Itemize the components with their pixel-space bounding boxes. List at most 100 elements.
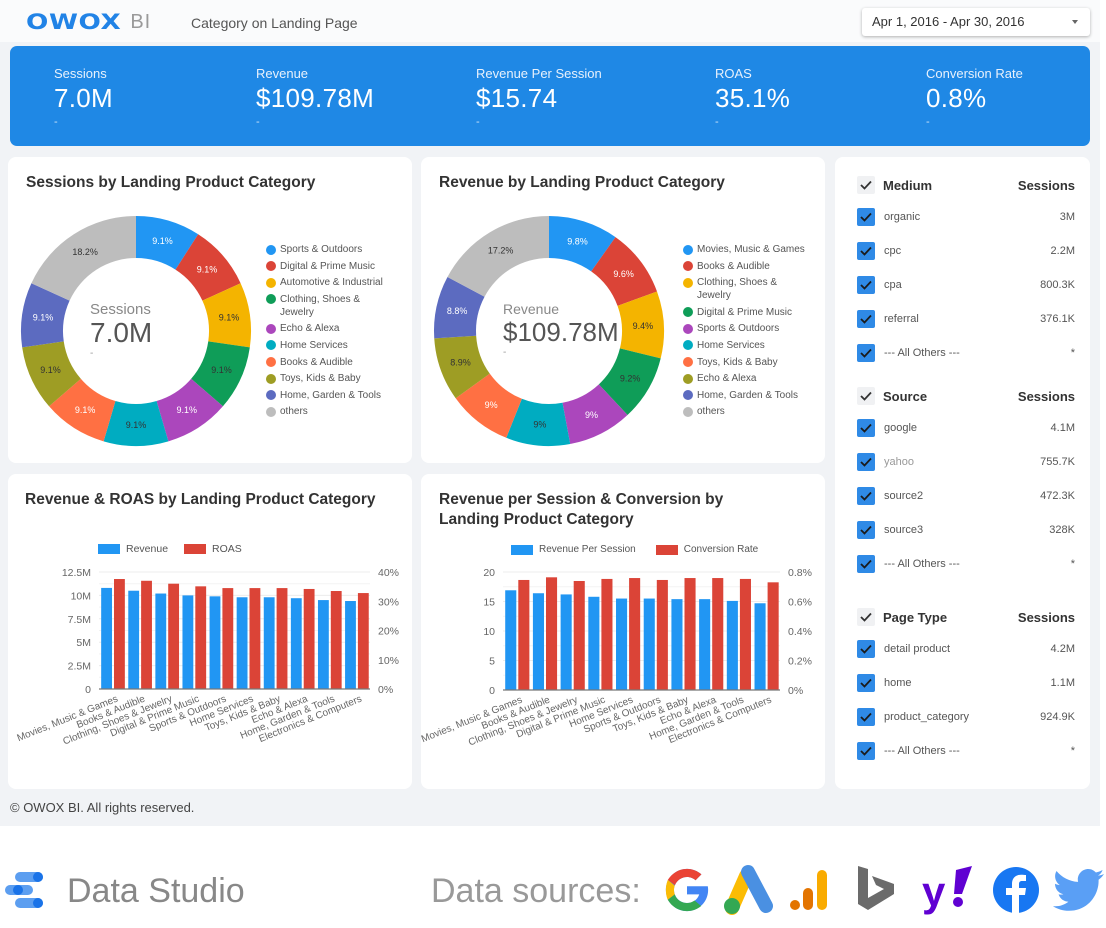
bar-conversion-rate-echo-alexa[interactable] xyxy=(712,578,724,690)
filter-option-cpc[interactable]: cpc 2.2M xyxy=(857,241,1075,261)
legend-label: Toys, Kids & Baby xyxy=(697,356,778,368)
checkbox-checked[interactable] xyxy=(857,344,875,362)
checkbox-checked[interactable] xyxy=(857,674,875,692)
filter-option-label: --- All Others --- xyxy=(884,745,960,757)
bar-revenue-electronics-computers[interactable] xyxy=(345,601,356,689)
checkbox-checked[interactable] xyxy=(857,453,875,471)
filter-option-home[interactable]: home 1.1M xyxy=(857,673,1075,693)
legend-label: others xyxy=(697,406,725,418)
bar-revenue-sports-outdoors[interactable] xyxy=(209,596,221,689)
bar-roas-toys-kids-baby[interactable] xyxy=(276,588,288,689)
legend-item-toys-kids-baby[interactable]: Toys, Kids & Baby xyxy=(683,356,813,369)
legend-item-echo-alexa[interactable]: Echo & Alexa xyxy=(683,372,813,385)
checkbox-checked[interactable] xyxy=(857,555,875,573)
checkbox-checked[interactable] xyxy=(857,487,875,505)
checkbox-checked[interactable] xyxy=(857,242,875,260)
select-all-checkbox[interactable] xyxy=(857,608,875,626)
legend-item-books-audible[interactable]: Books & Audible xyxy=(266,356,396,369)
bar-conversion-rate-clothing-shoes-jewelry[interactable] xyxy=(573,580,585,690)
bar-revenue-books-audible[interactable] xyxy=(128,590,140,689)
bar-roas-digital-prime-music[interactable] xyxy=(195,586,207,689)
filter-option-organic[interactable]: organic 3M xyxy=(857,207,1075,227)
donut-center-value: 7.0M xyxy=(90,317,153,348)
date-range-picker[interactable]: Apr 1, 2016 - Apr 30, 2016 xyxy=(862,8,1090,36)
bar-revenue-per-session-clothing-shoes-jewelry[interactable] xyxy=(560,594,572,690)
bar-roas-movies-music-games[interactable] xyxy=(114,579,125,689)
checkbox-checked[interactable] xyxy=(857,521,875,539)
legend-item-others[interactable]: others xyxy=(266,405,396,418)
filter-option-product-category[interactable]: product_category 924.9K xyxy=(857,707,1075,727)
bar-revenue-per-session-echo-alexa[interactable] xyxy=(699,599,711,690)
filter-option-all-others[interactable]: --- All Others --- * xyxy=(857,343,1075,363)
bar-conversion-rate-home-garden-tools[interactable] xyxy=(739,578,751,690)
filter-option-yahoo[interactable]: yahoo 755.7K xyxy=(857,452,1075,472)
checkbox-checked[interactable] xyxy=(857,742,875,760)
bar-conversion-rate-digital-prime-music[interactable] xyxy=(601,578,613,690)
bar-revenue-per-session-digital-prime-music[interactable] xyxy=(588,596,600,690)
legend-item-sports-outdoors[interactable]: Sports & Outdoors xyxy=(683,322,813,335)
checkbox-checked[interactable] xyxy=(857,276,875,294)
legend-item-digital-prime-music[interactable]: Digital & Prime Music xyxy=(266,260,396,273)
bar-revenue-per-session-toys-kids-baby[interactable] xyxy=(671,599,683,690)
donut-slice-others[interactable] xyxy=(447,216,549,297)
legend-item-movies-music-games[interactable]: Movies, Music & Games xyxy=(683,243,813,256)
filter-option-referral[interactable]: referral 376.1K xyxy=(857,309,1075,329)
checkbox-checked[interactable] xyxy=(857,708,875,726)
legend-item-home-services[interactable]: Home Services xyxy=(683,339,813,352)
bar-roas-home-services[interactable] xyxy=(249,588,261,689)
bar-revenue-home-services[interactable] xyxy=(236,597,248,689)
bar-revenue-home-garden-tools[interactable] xyxy=(317,600,329,689)
legend-item-home-garden-tools[interactable]: Home, Garden & Tools xyxy=(683,389,813,402)
bar-conversion-rate-home-services[interactable] xyxy=(629,578,641,690)
filter-option-cpa[interactable]: cpa 800.3K xyxy=(857,275,1075,295)
legend-item-clothing-shoes-jewelry[interactable]: Clothing, Shoes & Jewelry xyxy=(683,276,813,302)
bar-conversion-rate-movies-music-games[interactable] xyxy=(518,579,530,690)
legend-item-digital-prime-music[interactable]: Digital & Prime Music xyxy=(683,306,813,319)
bar-conversion-rate-toys-kids-baby[interactable] xyxy=(684,578,696,690)
filter-option-all-others[interactable]: --- All Others --- * xyxy=(857,741,1075,761)
checkbox-checked[interactable] xyxy=(857,419,875,437)
legend-item-automotive-industrial[interactable]: Automotive & Industrial xyxy=(266,276,396,289)
bar-revenue-per-session-electronics-computers[interactable] xyxy=(754,603,766,690)
legend-item-books-audible[interactable]: Books & Audible xyxy=(683,260,813,273)
legend-label: others xyxy=(280,406,308,418)
kpi-revenue-per-session: Revenue Per Session $15.74 - xyxy=(476,66,602,128)
legend-item-toys-kids-baby[interactable]: Toys, Kids & Baby xyxy=(266,372,396,385)
bar-revenue-per-session-sports-outdoors[interactable] xyxy=(643,598,655,690)
filter-option-detail-product[interactable]: detail product 4.2M xyxy=(857,639,1075,659)
bar-roas-books-audible[interactable] xyxy=(141,580,152,689)
bar-revenue-digital-prime-music[interactable] xyxy=(182,595,194,689)
bar-roas-electronics-computers[interactable] xyxy=(357,593,369,689)
bar-roas-clothing-shoes-jewelry[interactable] xyxy=(168,583,180,689)
legend-item-others[interactable]: others xyxy=(683,405,813,418)
legend-item-clothing-shoes-jewelry[interactable]: Clothing, Shoes & Jewelry xyxy=(266,293,396,319)
bar-conversion-rate-electronics-computers[interactable] xyxy=(767,582,779,690)
select-all-checkbox[interactable] xyxy=(857,387,875,405)
bar-roas-sports-outdoors[interactable] xyxy=(222,588,234,689)
bar-conversion-rate-sports-outdoors[interactable] xyxy=(656,579,668,690)
bar-revenue-per-session-books-audible[interactable] xyxy=(532,593,544,690)
legend-item-home-garden-tools[interactable]: Home, Garden & Tools xyxy=(266,389,396,402)
bar-revenue-per-session-home-services[interactable] xyxy=(616,598,628,690)
checkbox-checked[interactable] xyxy=(857,310,875,328)
select-all-checkbox[interactable] xyxy=(857,176,875,194)
checkbox-checked[interactable] xyxy=(857,640,875,658)
donut-slice-others[interactable] xyxy=(31,216,137,301)
legend-item-sports-outdoors[interactable]: Sports & Outdoors xyxy=(266,243,396,256)
bar-conversion-rate-books-audible[interactable] xyxy=(545,577,558,690)
legend-item-echo-alexa[interactable]: Echo & Alexa xyxy=(266,322,396,335)
filter-option-google[interactable]: google 4.1M xyxy=(857,418,1075,438)
bar-roas-home-garden-tools[interactable] xyxy=(330,591,342,689)
checkbox-checked[interactable] xyxy=(857,208,875,226)
bar-revenue-per-session-home-garden-tools[interactable] xyxy=(726,600,738,690)
bar-revenue-toys-kids-baby[interactable] xyxy=(263,597,275,689)
bar-revenue-echo-alexa[interactable] xyxy=(290,598,302,689)
bar-revenue-clothing-shoes-jewelry[interactable] xyxy=(155,593,167,689)
filter-option-source2[interactable]: source2 472.3K xyxy=(857,486,1075,506)
bar-revenue-per-session-movies-music-games[interactable] xyxy=(505,590,517,690)
legend-item-home-services[interactable]: Home Services xyxy=(266,339,396,352)
filter-option-source3[interactable]: source3 328K xyxy=(857,520,1075,540)
bar-roas-echo-alexa[interactable] xyxy=(303,588,315,689)
bar-revenue-movies-music-games[interactable] xyxy=(101,587,113,689)
filter-option-all-others[interactable]: --- All Others --- * xyxy=(857,554,1075,574)
